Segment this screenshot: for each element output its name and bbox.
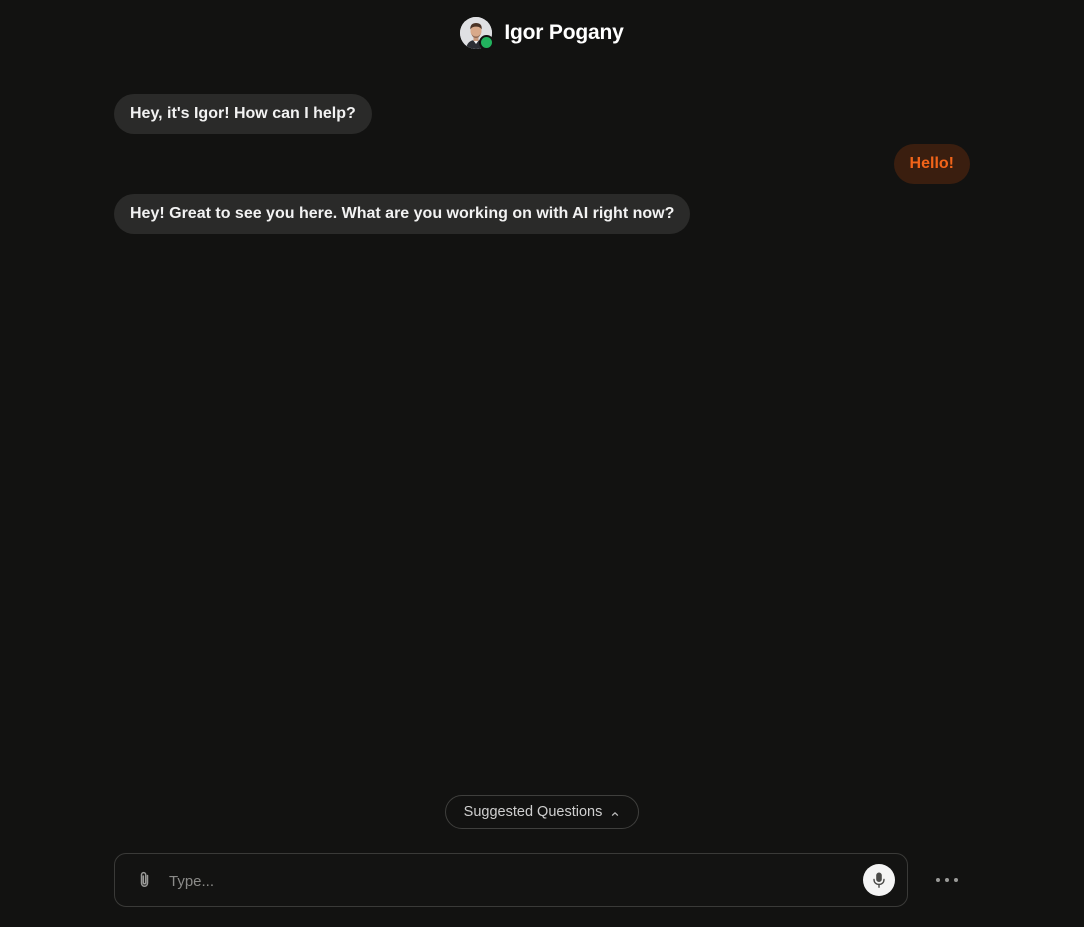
more-dots-icon bbox=[954, 878, 958, 882]
more-options-button[interactable] bbox=[928, 868, 966, 892]
avatar[interactable] bbox=[460, 17, 495, 50]
contact-name: Igor Pogany bbox=[504, 21, 624, 44]
message-composer bbox=[114, 853, 908, 907]
microphone-button[interactable] bbox=[863, 864, 895, 896]
chat-header: Igor Pogany bbox=[0, 16, 1084, 50]
chat-page: Igor Pogany Hey, it's Igor! How can I he… bbox=[0, 0, 1084, 927]
online-status-dot bbox=[479, 35, 495, 50]
more-dots-icon bbox=[936, 878, 940, 882]
microphone-icon bbox=[873, 872, 885, 888]
message-input[interactable] bbox=[167, 867, 851, 895]
user-message: Hello! bbox=[893, 144, 970, 184]
bot-message: Hey! Great to see you here. What are you… bbox=[114, 194, 691, 234]
suggested-questions-button[interactable]: Suggested Questions bbox=[445, 795, 639, 829]
bot-message: Hey, it's Igor! How can I help? bbox=[114, 94, 372, 134]
suggested-questions-label: Suggested Questions bbox=[463, 804, 603, 820]
chevron-up-icon bbox=[610, 807, 620, 817]
more-dots-icon bbox=[945, 878, 949, 882]
paperclip-icon[interactable] bbox=[134, 869, 156, 891]
